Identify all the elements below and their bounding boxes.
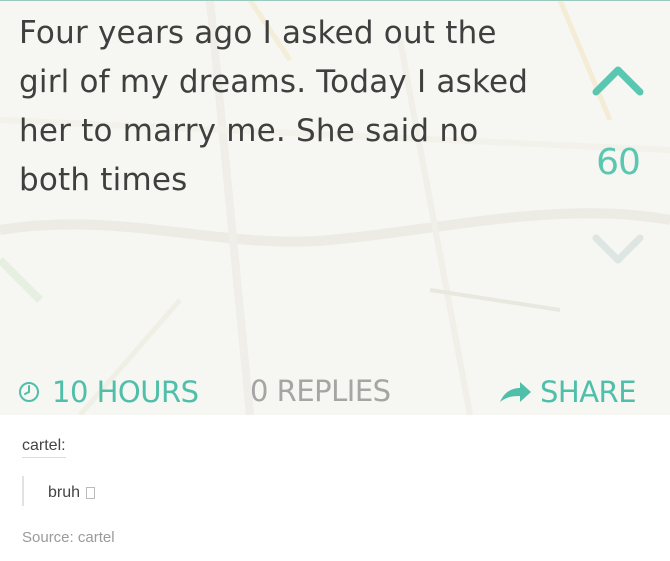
card-top-border [0,0,670,1]
yik-yak-post-card: Four years ago I asked out the girl of m… [0,0,670,415]
post-text: Four years ago I asked out the girl of m… [19,9,559,205]
reblog-comment: bruh [48,484,96,502]
share-label: SHARE [540,374,637,409]
post-footer: 10 HOURS 0 REPLIES SHARE [0,368,670,415]
clock-icon [19,381,39,402]
share-arrow-icon [500,381,531,402]
post-text-line: Four years ago I asked out the [19,15,497,51]
post-time-label: 10 HOURS [52,374,199,409]
post-time: 10 HOURS [18,368,199,415]
chevron-down-icon[interactable] [592,230,644,270]
share-button[interactable]: SHARE [498,368,637,415]
post-text-line: girl of my dreams. Today I asked [19,64,529,100]
reblog-author-link[interactable]: cartel: [22,437,66,458]
reblog-comment-text: bruh [48,484,81,501]
post-text-line: both times [19,162,188,198]
replies-link[interactable]: 0 REPLIES [250,368,391,415]
missing-glyph-icon [86,486,96,499]
reblog-quote: bruh [22,476,96,506]
post-text-line: her to marry me. She said no [19,113,479,149]
chevron-up-icon[interactable] [592,58,644,98]
reblog-section: cartel: bruh Source: cartel [0,415,670,561]
vote-count: 60 [596,142,641,183]
source-link[interactable]: Source: cartel [22,529,115,546]
